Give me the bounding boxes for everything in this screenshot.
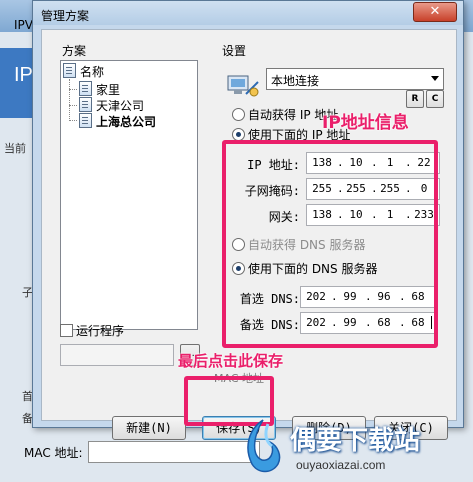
run-program-label: 运行程序 <box>76 324 125 338</box>
tree-item-label: 家里 <box>96 83 121 97</box>
site-watermark: 偶要下载站 ouyaoxiazai.com <box>238 416 468 480</box>
auto-ip-radio[interactable] <box>232 108 245 121</box>
run-program-checkbox[interactable] <box>60 324 73 337</box>
refresh-r-button[interactable]: R <box>406 90 424 108</box>
background-side-text: 当前 <box>4 142 26 155</box>
watermark-title: 偶要下载站 <box>290 426 421 456</box>
background-mac-field[interactable] <box>88 441 260 463</box>
banner-text: IP <box>14 64 33 86</box>
clear-c-button[interactable]: C <box>426 90 444 108</box>
document-icon <box>63 63 76 78</box>
tree-item-home[interactable]: 家里 <box>79 81 120 98</box>
save-hint-annotation: 最后点击此保存 <box>178 352 284 370</box>
dialog-title: 管理方案 <box>41 9 90 23</box>
dialog-title-bar: 管理方案 ✕ <box>33 1 463 25</box>
chevron-down-icon <box>431 76 439 81</box>
tree-root[interactable]: 名称 <box>63 63 104 80</box>
connection-value: 本地连接 <box>271 74 320 88</box>
site-logo-icon <box>247 419 281 473</box>
background-mac-label: MAC 地址: <box>24 446 83 460</box>
tree-line <box>69 105 77 106</box>
document-icon <box>79 81 92 96</box>
ip-info-annotation: IP地址信息 <box>322 113 409 133</box>
tree-root-label: 名称 <box>80 65 105 79</box>
tree-item-shanghai[interactable]: 上海总公司 <box>79 113 156 130</box>
tree-item-label: 天津公司 <box>96 99 145 113</box>
program-path-input[interactable] <box>60 344 174 366</box>
document-icon <box>79 97 92 112</box>
tree-line <box>69 79 70 119</box>
close-icon[interactable]: ✕ <box>413 2 457 22</box>
document-icon <box>79 113 92 128</box>
tree-line <box>69 120 77 121</box>
tree-item-label: 上海总公司 <box>96 115 157 129</box>
ip-info-highlight-box <box>222 140 438 348</box>
new-button[interactable]: 新建(N) <box>112 416 186 440</box>
background-title: IPV <box>14 18 33 32</box>
settings-group-label: 设置 <box>222 44 247 58</box>
tree-line <box>69 89 77 90</box>
scheme-group-label: 方案 <box>62 44 87 58</box>
network-connection-icon <box>227 75 259 97</box>
tree-item-tianjin[interactable]: 天津公司 <box>79 97 144 114</box>
connection-select[interactable]: 本地连接 <box>266 68 444 90</box>
watermark-url: ouyaoxiazai.com <box>296 458 386 472</box>
scheme-tree[interactable]: 名称 家里 天津公司 上海总公司 <box>60 60 198 330</box>
